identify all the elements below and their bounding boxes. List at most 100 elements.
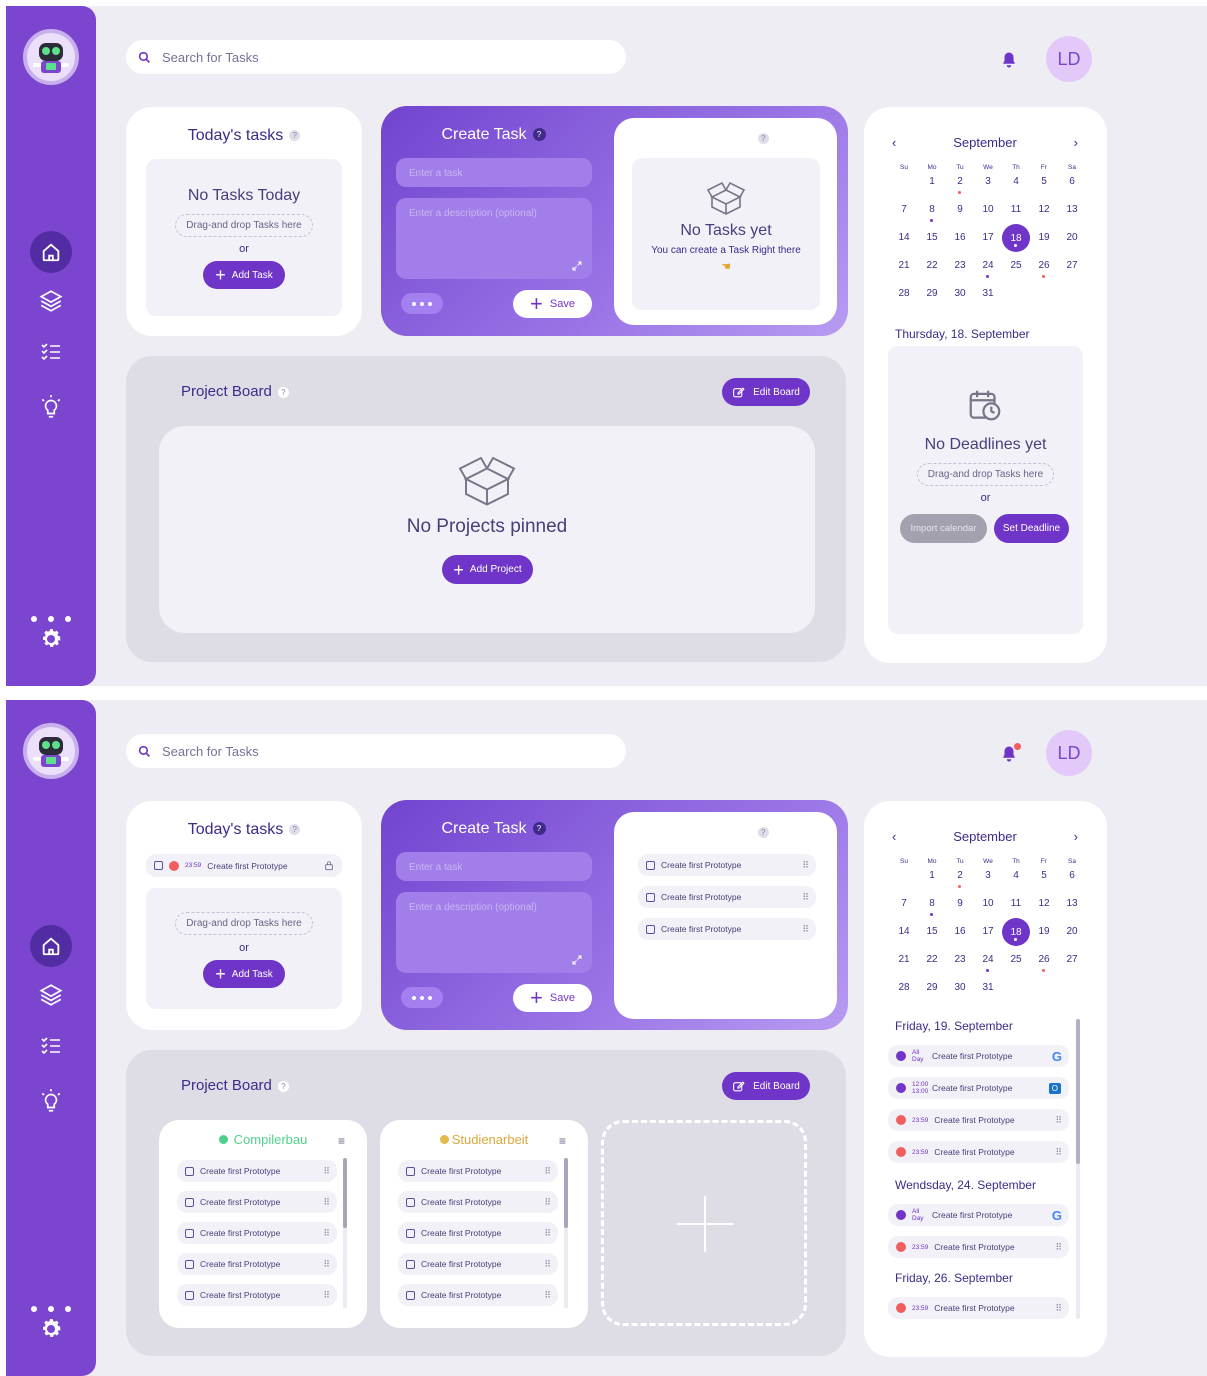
agenda-item[interactable]: 12:00 13:00 Create first Prototype O	[888, 1077, 1069, 1099]
add-project-button[interactable]: + Add Project	[442, 555, 533, 584]
deadlines-drop-zone[interactable]: No Deadlines yet Drag-and drop Tasks her…	[888, 346, 1083, 634]
calendar-day[interactable]: 22	[918, 260, 946, 288]
calendar-day[interactable]: 5	[1030, 870, 1058, 898]
calendar-day[interactable]: 3	[974, 176, 1002, 204]
calendar-day[interactable]: 28	[890, 982, 918, 1010]
calendar-day[interactable]: 31	[974, 288, 1002, 316]
task-checkbox[interactable]	[406, 1259, 415, 1269]
agenda-item[interactable]: 23:59 Create first Prototype ⠿	[888, 1297, 1069, 1319]
grip-icon[interactable]: ⠿	[802, 860, 809, 871]
task-checkbox[interactable]	[646, 924, 655, 934]
grip-icon[interactable]: ⠿	[323, 1197, 330, 1208]
task-checkbox[interactable]	[185, 1259, 194, 1269]
more-options-icon[interactable]	[31, 616, 71, 622]
agenda-item[interactable]: All Day Create first Prototype G	[888, 1204, 1069, 1226]
calendar-day[interactable]: 7	[890, 898, 918, 926]
calendar-day[interactable]: 14	[890, 926, 918, 954]
calendar-day[interactable]: 21	[890, 260, 918, 288]
agenda-item[interactable]: 23:59 Create first Prototype ⠿	[888, 1109, 1069, 1131]
calendar-day[interactable]: 18	[1002, 224, 1030, 260]
tasks-nav-button[interactable]	[30, 331, 72, 373]
calendar-day[interactable]: 27	[1058, 954, 1086, 982]
agenda-item[interactable]: 23:59 Create first Prototype ⠿	[888, 1236, 1069, 1258]
search-input[interactable]: Search for Tasks	[126, 734, 626, 768]
task-checkbox[interactable]	[185, 1166, 194, 1176]
avatar[interactable]: LD	[1046, 730, 1092, 776]
task-input[interactable]: Enter a task	[396, 852, 592, 881]
add-task-button[interactable]: + Add Task	[203, 261, 285, 289]
calendar-day[interactable]: 29	[918, 288, 946, 316]
task-checkbox[interactable]	[406, 1228, 415, 1238]
calendar-day[interactable]: 22	[918, 954, 946, 982]
calendar-day[interactable]: 16	[946, 232, 974, 260]
robot-logo[interactable]	[23, 723, 79, 779]
grip-icon[interactable]: ⠿	[1055, 1147, 1062, 1158]
chevron-left-icon[interactable]: ‹	[892, 135, 896, 150]
calendar-day[interactable]: 3	[974, 870, 1002, 898]
help-icon[interactable]: ?	[532, 822, 546, 836]
grip-icon[interactable]: ⠿	[323, 1166, 330, 1177]
robot-logo[interactable]	[23, 29, 79, 85]
calendar-day[interactable]: 15	[918, 926, 946, 954]
calendar-day[interactable]: 30	[946, 982, 974, 1010]
calendar-day[interactable]: 30	[946, 288, 974, 316]
calendar-day[interactable]: 26	[1030, 260, 1058, 288]
calendar-day[interactable]: 23	[946, 260, 974, 288]
help-icon[interactable]: ?	[757, 826, 769, 838]
help-icon[interactable]: ?	[277, 1080, 289, 1092]
calendar-day[interactable]: 17	[974, 926, 1002, 954]
list-item[interactable]: Create first Prototype ⠿	[177, 1160, 337, 1182]
expand-icon[interactable]	[571, 954, 583, 966]
calendar-day[interactable]: 6	[1058, 176, 1086, 204]
list-item[interactable]: Create first Prototype ⠿	[177, 1191, 337, 1213]
grip-icon[interactable]: ⠿	[544, 1228, 551, 1239]
settings-button[interactable]	[39, 627, 63, 656]
task-checkbox[interactable]	[185, 1228, 194, 1238]
calendar-day[interactable]: 23	[946, 954, 974, 982]
more-options-button[interactable]	[401, 293, 443, 314]
calendar-day[interactable]: 19	[1030, 926, 1058, 954]
list-item[interactable]: Create first Prototype ⠿	[638, 886, 816, 908]
task-checkbox[interactable]	[185, 1197, 194, 1207]
calendar-day[interactable]: 1	[918, 176, 946, 204]
avatar[interactable]: LD	[1046, 36, 1092, 82]
calendar-day[interactable]: 9	[946, 898, 974, 926]
grip-icon[interactable]: ⠿	[544, 1259, 551, 1270]
calendar-day[interactable]: 24	[974, 260, 1002, 288]
settings-button[interactable]	[39, 1317, 63, 1346]
list-item[interactable]: Create first Prototype ⠿	[638, 918, 816, 940]
calendar-day[interactable]: 9	[946, 204, 974, 232]
tasks-nav-button[interactable]	[30, 1025, 72, 1067]
ideas-nav-button[interactable]	[30, 386, 72, 428]
calendar-day[interactable]: 31	[974, 982, 1002, 1010]
grip-icon[interactable]: ⠿	[544, 1197, 551, 1208]
list-item[interactable]: Create first Prototype ⠿	[177, 1253, 337, 1275]
grip-icon[interactable]: ⠿	[1055, 1115, 1062, 1126]
bell-icon[interactable]	[1000, 50, 1018, 70]
calendar-day[interactable]: 21	[890, 954, 918, 982]
chevron-left-icon[interactable]: ‹	[892, 829, 896, 844]
calendar-day[interactable]: 12	[1030, 204, 1058, 232]
calendar-day[interactable]: 5	[1030, 176, 1058, 204]
grip-icon[interactable]: ⠿	[1055, 1303, 1062, 1314]
calendar-day[interactable]: 25	[1002, 954, 1030, 982]
calendar-day[interactable]: 16	[946, 926, 974, 954]
help-icon[interactable]: ?	[289, 130, 301, 142]
expand-icon[interactable]	[571, 260, 583, 272]
add-project-placeholder[interactable]	[601, 1120, 807, 1326]
help-icon[interactable]: ?	[532, 128, 546, 142]
grip-icon[interactable]: ⠿	[323, 1290, 330, 1301]
task-checkbox[interactable]	[406, 1166, 415, 1176]
calendar-day[interactable]: 15	[918, 232, 946, 260]
calendar-day[interactable]: 8	[918, 898, 946, 926]
list-item[interactable]: Create first Prototype ⠿	[398, 1160, 558, 1182]
save-button[interactable]: + Save	[513, 984, 592, 1012]
calendar-day[interactable]: 12	[1030, 898, 1058, 926]
today-drop-zone[interactable]: No Tasks Today Drag-and drop Tasks here …	[146, 159, 342, 316]
grip-icon[interactable]: ⠿	[323, 1228, 330, 1239]
calendar-day[interactable]: 2	[946, 176, 974, 204]
more-options-button[interactable]	[401, 987, 443, 1008]
calendar-day[interactable]: 14	[890, 232, 918, 260]
search-input[interactable]: Search for Tasks	[126, 40, 626, 74]
home-nav-button[interactable]	[30, 231, 72, 273]
